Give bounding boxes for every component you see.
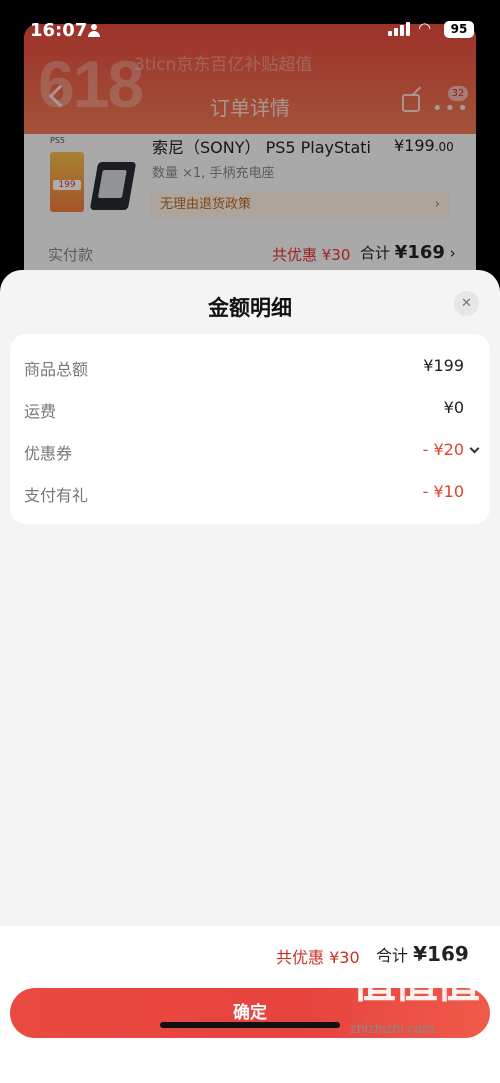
- sheet-title: 金额明细: [208, 296, 292, 320]
- watermark-url: zhizhizhi.com: [350, 1020, 435, 1036]
- amount-card: 商品总额 ¥199 运费 ¥0 优惠券 - ¥20 支付有礼 - ¥10: [10, 334, 490, 524]
- row-label: 支付有礼: [24, 486, 89, 505]
- close-button[interactable]: ✕: [454, 291, 479, 316]
- wifi-icon: ◠: [418, 19, 432, 37]
- home-indicator[interactable]: [160, 1022, 340, 1028]
- battery-icon: 95: [444, 21, 474, 38]
- close-icon: ✕: [461, 296, 472, 311]
- status-bar: 16:07 ◠ 95: [0, 0, 500, 44]
- row-value: - ¥20: [422, 440, 464, 459]
- footer-discount: 共优惠 ¥30: [276, 948, 360, 967]
- row-goods-total: 商品总额 ¥199: [10, 352, 490, 382]
- dim-overlay[interactable]: [0, 0, 500, 300]
- sheet-footer: 共优惠 ¥30 合计 ¥169 确定 值值值 zhizhizhi.com: [0, 926, 500, 1083]
- row-shipping: 运费 ¥0: [10, 394, 490, 424]
- row-label: 优惠券: [24, 444, 73, 463]
- watermark-logo: 值值值: [352, 957, 480, 1008]
- chevron-down-icon[interactable]: [469, 443, 480, 454]
- row-value: - ¥10: [422, 482, 464, 501]
- amount-detail-sheet: 金额明细 ✕ 商品总额 ¥199 运费 ¥0 优惠券 - ¥20 支付有礼 - …: [0, 270, 500, 1083]
- status-time: 16:07: [30, 20, 88, 41]
- row-payment-gift: 支付有礼 - ¥10: [10, 478, 490, 508]
- background-page: 618 3ticn京东百亿补贴超值 订单详情 ••• 32 PS5 199 索尼…: [0, 0, 500, 300]
- row-label: 运费: [24, 402, 57, 421]
- row-value: ¥0: [443, 398, 464, 417]
- row-label: 商品总额: [24, 360, 89, 379]
- row-value: ¥199: [423, 356, 464, 375]
- row-coupon[interactable]: 优惠券 - ¥20: [10, 436, 490, 466]
- signal-icon: [388, 22, 410, 36]
- person-icon: [88, 24, 100, 37]
